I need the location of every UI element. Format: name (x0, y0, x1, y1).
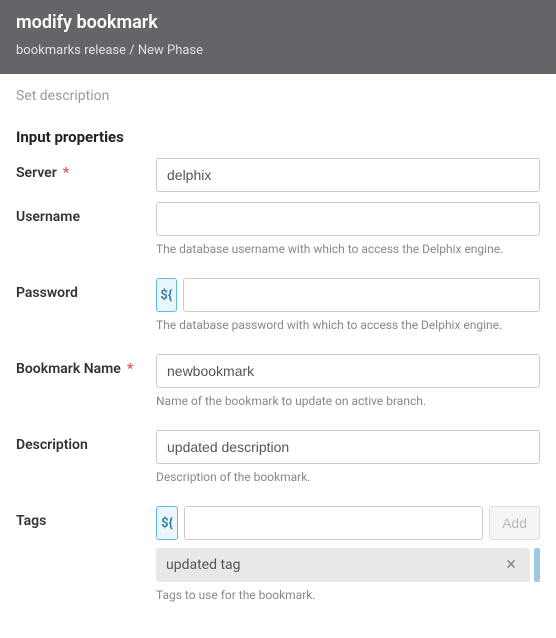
description-help: Description of the bookmark. (156, 470, 540, 484)
remove-tag-icon[interactable]: × (502, 556, 520, 574)
description-label: Description (16, 437, 88, 453)
tag-drag-handle[interactable] (534, 548, 540, 582)
header: modify bookmark bookmarks release / New … (0, 0, 556, 74)
tags-label: Tags (16, 513, 46, 529)
tag-pill: updated tag × (156, 548, 530, 582)
row-username: Username The database username with whic… (16, 202, 540, 268)
row-password: Password ${ The database password with w… (16, 278, 540, 344)
password-help: The database password with which to acce… (156, 318, 540, 332)
username-input[interactable] (156, 202, 540, 236)
tags-input[interactable] (184, 506, 483, 540)
row-server: Server * (16, 158, 540, 192)
password-input[interactable] (183, 278, 540, 312)
section-title: Input properties (16, 128, 540, 146)
bookmark-name-input[interactable] (156, 354, 540, 388)
description-input[interactable] (156, 430, 540, 464)
bookmark-name-help: Name of the bookmark to update on active… (156, 394, 540, 408)
row-bookmark-name: Bookmark Name * Name of the bookmark to u… (16, 354, 540, 420)
page-title: modify bookmark (16, 12, 540, 33)
content: Set description Input properties Server *… (0, 74, 556, 638)
tags-variable-toggle[interactable]: ${ (156, 506, 178, 540)
row-tags: Tags ${ Add updated tag × Tags to use fo… (16, 506, 540, 614)
required-indicator: * (127, 361, 133, 377)
password-variable-toggle[interactable]: ${ (156, 278, 177, 312)
tags-help: Tags to use for the bookmark. (156, 588, 540, 602)
server-input[interactable] (156, 158, 540, 192)
add-tag-button[interactable]: Add (489, 506, 540, 540)
username-label: Username (16, 209, 80, 225)
set-description[interactable]: Set description (16, 88, 540, 104)
username-help: The database username with which to acce… (156, 242, 540, 256)
password-label: Password (16, 285, 78, 301)
tag-pill-label: updated tag (166, 557, 241, 573)
breadcrumb: bookmarks release / New Phase (16, 43, 540, 58)
row-description: Description Description of the bookmark. (16, 430, 540, 496)
required-indicator: * (63, 165, 69, 181)
server-label: Server (16, 165, 57, 181)
bookmark-name-label: Bookmark Name (16, 361, 121, 377)
